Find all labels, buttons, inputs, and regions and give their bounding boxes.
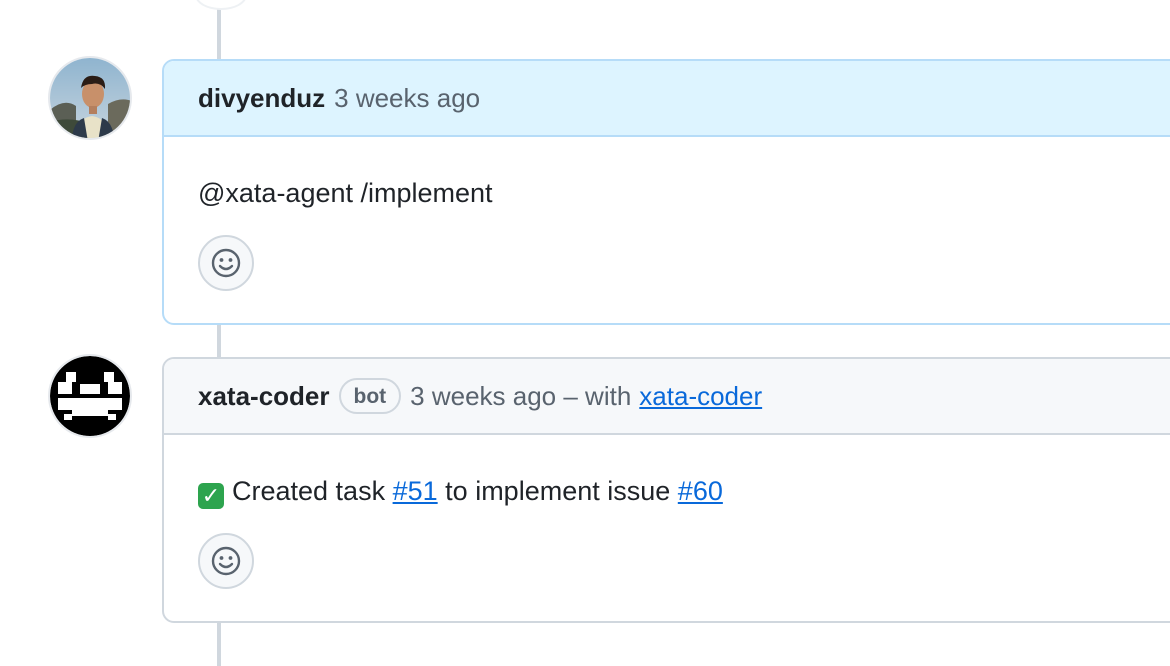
body-text: to implement issue [445, 476, 671, 506]
comment-card: xata-coder bot 3 weeks ago – with xata-c… [162, 357, 1170, 623]
issue-link[interactable]: #60 [678, 476, 723, 506]
add-reaction-button[interactable] [198, 533, 254, 589]
pixel-identicon-avatar-icon [50, 356, 130, 436]
check-mark-icon: ✓ [198, 483, 224, 509]
app-link[interactable]: xata-coder [639, 381, 762, 412]
add-reaction-button[interactable] [198, 235, 254, 291]
smiley-icon [211, 248, 241, 278]
comment-header: divyenduz 3 weeks ago [164, 61, 1170, 137]
comment-header: xata-coder bot 3 weeks ago – with xata-c… [164, 359, 1170, 435]
user-photo-avatar-icon [50, 58, 130, 138]
comment-timestamp[interactable]: 3 weeks ago [334, 83, 480, 114]
smiley-icon [211, 546, 241, 576]
timeline-event-badge [195, 0, 247, 10]
comment-card: divyenduz 3 weeks ago @xata-agent /imple… [162, 59, 1170, 325]
comment-body: ✓ Created task #51 to implement issue #60 [164, 435, 1170, 509]
body-text: Created task [232, 476, 386, 506]
bot-badge: bot [338, 378, 402, 414]
task-link[interactable]: #51 [393, 476, 438, 506]
comment-timestamp[interactable]: 3 weeks ago – with [410, 381, 631, 412]
comment-body: @xata-agent /implement [198, 178, 493, 208]
avatar[interactable] [48, 56, 132, 140]
bot-avatar[interactable] [48, 354, 132, 438]
comment-author[interactable]: divyenduz [198, 83, 325, 114]
comment-author[interactable]: xata-coder [198, 381, 330, 412]
